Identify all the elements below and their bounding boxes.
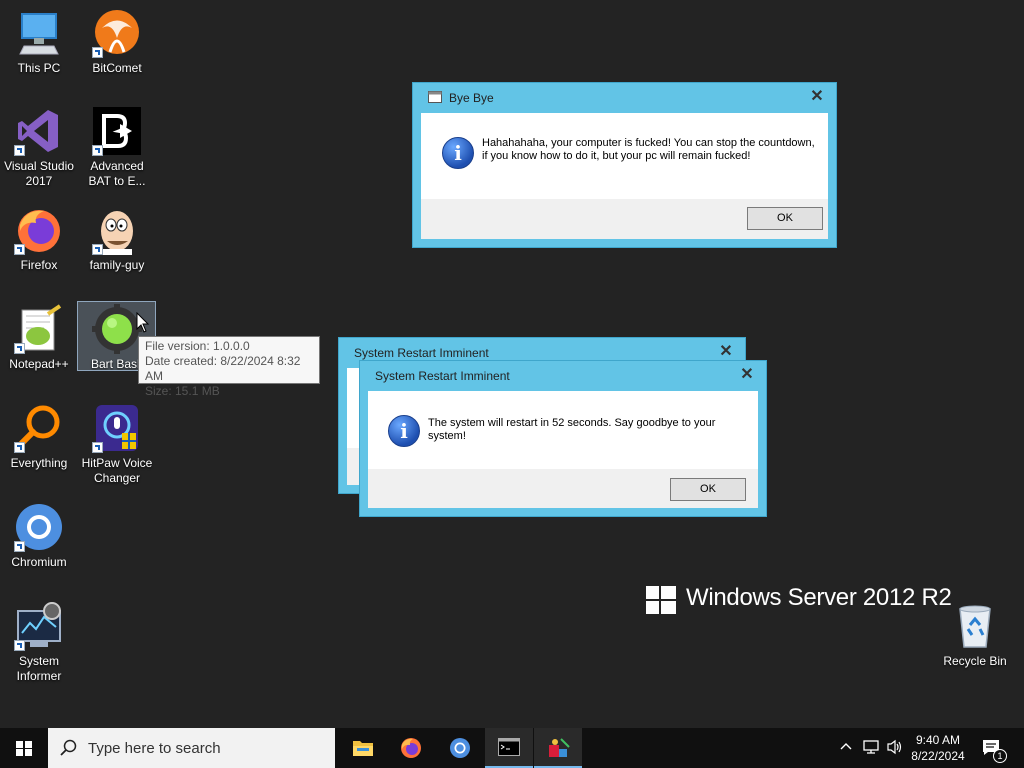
dialog-message: Hahahahaha, your computer is fucked! You…	[482, 137, 815, 162]
tooltip-file-version: File version: 1.0.0.0	[145, 339, 250, 353]
desktop-icon-label: System Informer	[16, 654, 62, 683]
everything-icon	[14, 403, 64, 453]
dialog-body: i Hahahahaha, your computer is fucked! Y…	[421, 113, 828, 239]
info-icon: i	[442, 137, 474, 169]
shortcut-arrow-icon	[14, 640, 25, 651]
desktop-icon-label: family-guy	[89, 258, 145, 272]
shortcut-arrow-icon	[14, 442, 25, 453]
desktop-icon-chromium[interactable]: Chromium	[2, 502, 76, 570]
desktop-icon-label: BitComet	[92, 61, 142, 75]
bart-bash-icon	[91, 304, 142, 354]
taskbar-command-prompt[interactable]	[485, 728, 533, 768]
show-hidden-icons-chevron-up-icon[interactable]	[839, 739, 853, 756]
bye-bye-dialog: Bye Bye ✕ i Hahahahaha, your computer is…	[413, 83, 836, 247]
desktop-icon-label: This PC	[17, 61, 61, 75]
windows-start-icon	[16, 741, 32, 756]
system-informer-icon	[14, 601, 64, 651]
desktop-icon-label: HitPaw Voice Changer	[81, 456, 153, 485]
firefox-icon	[401, 738, 421, 758]
app-icon	[549, 738, 570, 757]
firefox-icon	[14, 205, 64, 255]
chromium-icon	[450, 738, 470, 758]
dialog-body: i The system will restart in 52 seconds.…	[368, 391, 758, 508]
ok-button[interactable]: OK	[747, 207, 823, 230]
taskbar-app[interactable]	[534, 728, 582, 768]
this-pc-icon	[14, 8, 64, 58]
search-placeholder: Type here to search	[88, 740, 221, 757]
window-app-icon	[428, 91, 442, 103]
desktop-icon-hitpaw[interactable]: HitPaw Voice Changer	[80, 403, 154, 486]
tooltip-date-created: Date created: 8/22/2024 8:32 AM	[145, 354, 301, 383]
bat-to-exe-icon	[92, 106, 142, 156]
taskbar-firefox[interactable]	[387, 728, 435, 768]
desktop-icon-label: Visual Studio 2017	[4, 159, 74, 188]
desktop-icon-firefox[interactable]: Firefox	[2, 205, 76, 273]
desktop-icon-visual-studio[interactable]: Visual Studio 2017	[2, 106, 76, 189]
desktop-icon-label: Everything	[10, 456, 68, 470]
network-icon[interactable]	[862, 739, 880, 758]
desktop-icon-bat-to-exe[interactable]: Advanced BAT to E...	[80, 106, 154, 189]
shortcut-arrow-icon	[92, 442, 103, 453]
close-button[interactable]: ✕	[728, 362, 766, 388]
visual-studio-icon	[14, 106, 64, 156]
taskbar: Type here to search 9:40 AM 8/22/2024 1	[0, 728, 1024, 768]
dialog-titlebar[interactable]: Bye Bye ✕	[413, 83, 836, 111]
mouse-cursor-icon	[136, 312, 150, 333]
family-guy-icon	[92, 205, 142, 255]
chromium-icon	[14, 502, 64, 552]
dialog-titlebar[interactable]: System Restart Imminent ✕	[360, 361, 766, 389]
desktop-icon-label: Chromium	[11, 555, 67, 569]
shortcut-arrow-icon	[92, 47, 103, 58]
clock-date: 8/22/2024	[911, 749, 965, 763]
system-restart-dialog: System Restart Imminent ✕ i The system w…	[360, 361, 766, 516]
close-button[interactable]: ✕	[798, 84, 836, 110]
taskbar-file-explorer[interactable]	[338, 728, 386, 768]
hitpaw-icon	[92, 403, 142, 453]
file-tooltip: File version: 1.0.0.0 Date created: 8/22…	[138, 336, 320, 398]
notification-count-badge: 1	[993, 749, 1007, 763]
info-icon: i	[388, 415, 420, 447]
message-area: i Hahahahaha, your computer is fucked! Y…	[421, 113, 828, 199]
ok-button[interactable]: OK	[670, 478, 746, 501]
desktop-icon-system-informer[interactable]: System Informer	[2, 601, 76, 684]
file-explorer-icon	[353, 741, 373, 756]
desktop-icon-label: Notepad++	[9, 357, 69, 371]
taskbar-chromium[interactable]	[436, 728, 484, 768]
desktop-icon-notepad-plus-plus[interactable]: Notepad++	[2, 304, 76, 372]
dialog-message: The system will restart in 52 seconds. S…	[428, 417, 716, 442]
desktop-icon-label: Firefox	[20, 258, 58, 272]
taskbar-search-box[interactable]: Type here to search	[48, 728, 335, 768]
shortcut-arrow-icon	[14, 343, 25, 354]
desktop-icon-this-pc[interactable]: This PC	[2, 8, 76, 76]
shortcut-arrow-icon	[14, 541, 25, 552]
shortcut-arrow-icon	[14, 145, 25, 156]
shortcut-arrow-icon	[14, 244, 25, 255]
message-area: i The system will restart in 52 seconds.…	[368, 391, 758, 469]
start-button[interactable]	[0, 728, 48, 768]
clock-time: 9:40 AM	[915, 733, 961, 747]
bitcomet-icon	[92, 8, 142, 58]
notepad-plus-plus-icon	[14, 304, 64, 354]
desktop-icon-bitcomet[interactable]: BitComet	[80, 8, 154, 76]
tooltip-size: Size: 15.1 MB	[145, 384, 220, 398]
shortcut-arrow-icon	[92, 244, 103, 255]
shortcut-arrow-icon	[92, 145, 103, 156]
desktop-icon-everything[interactable]: Everything	[2, 403, 76, 471]
command-prompt-icon	[498, 738, 520, 756]
dialog-title: System Restart Imminent	[375, 369, 510, 383]
desktop-icon-label: Advanced BAT to E...	[88, 159, 146, 188]
desktop-icon-family-guy[interactable]: family-guy	[80, 205, 154, 273]
windows-logo-icon	[646, 586, 676, 614]
os-name: Windows Server 2012 R2	[686, 584, 952, 611]
taskbar-clock[interactable]: 9:40 AM 8/22/2024	[902, 732, 974, 764]
search-icon	[60, 739, 77, 756]
dialog-title: Bye Bye	[449, 91, 494, 105]
desktop-icon-label: Recycle Bin	[943, 654, 1007, 668]
recycle-bin-icon	[950, 601, 1000, 651]
dialog-title: System Restart Imminent	[354, 346, 489, 360]
